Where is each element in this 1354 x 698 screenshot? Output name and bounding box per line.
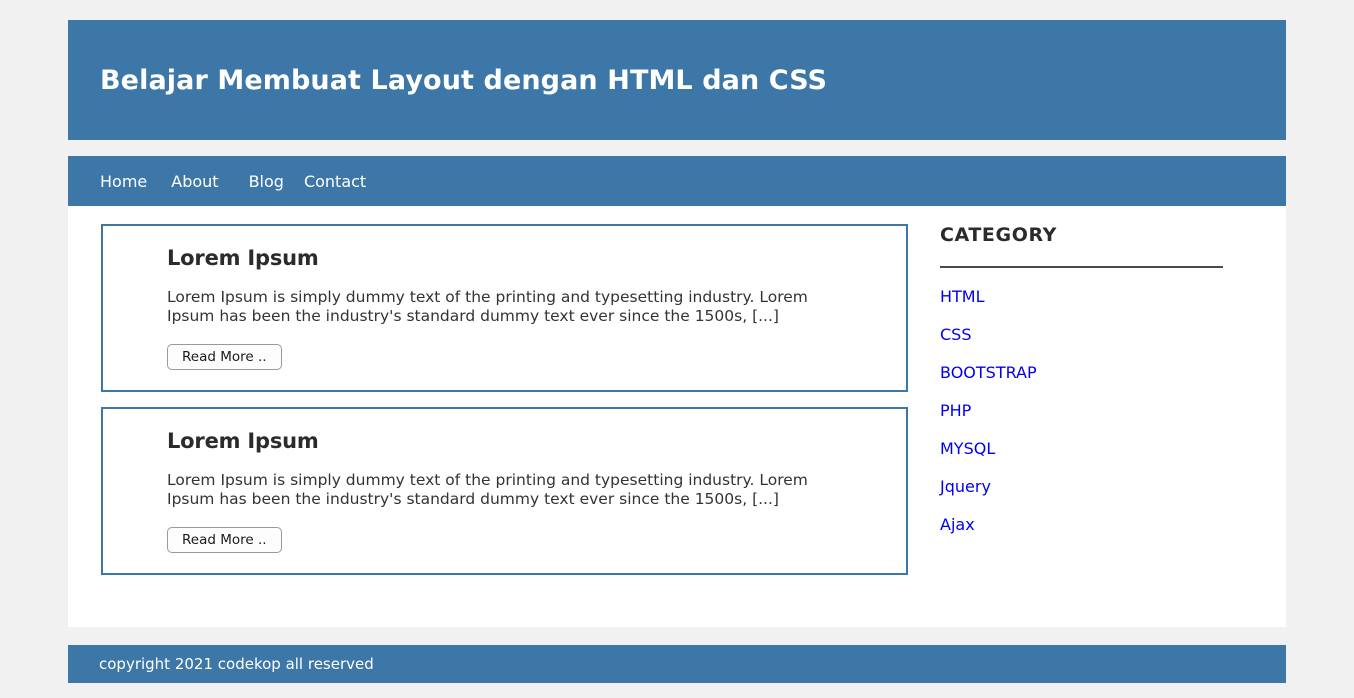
article-card: Lorem Ipsum Lorem Ipsum is simply dummy …: [101, 224, 908, 392]
site-header: Belajar Membuat Layout dengan HTML dan C…: [68, 20, 1286, 140]
read-more-button[interactable]: Read More ..: [167, 527, 282, 553]
nav-item-blog-wrapper: Blog: [249, 172, 304, 191]
nav-item-about[interactable]: About: [171, 173, 248, 190]
article-card-inner: Lorem Ipsum Lorem Ipsum is simply dummy …: [103, 246, 906, 370]
category-link-css[interactable]: CSS: [940, 326, 971, 344]
category-link-jquery[interactable]: Jquery: [940, 478, 991, 496]
list-item: BOOTSTRAP: [940, 344, 1254, 382]
nav-item-contact-wrapper: Contact: [304, 172, 390, 191]
category-list: HTML CSS BOOTSTRAP PHP MYSQL Jquery Ajax: [940, 268, 1254, 534]
category-link-php[interactable]: PHP: [940, 402, 971, 420]
nav-item-blog[interactable]: Blog: [249, 173, 304, 190]
category-link-mysql[interactable]: MYSQL: [940, 440, 995, 458]
nav-item-about-wrapper: About: [171, 172, 248, 191]
list-item: MYSQL: [940, 420, 1254, 458]
nav-item-contact[interactable]: Contact: [304, 173, 390, 190]
sidebar: CATEGORY HTML CSS BOOTSTRAP PHP MYSQL Jq…: [908, 206, 1254, 534]
article-title: Lorem Ipsum: [167, 429, 319, 453]
category-link-html[interactable]: HTML: [940, 288, 985, 306]
read-more-button[interactable]: Read More ..: [167, 344, 282, 370]
list-item: Ajax: [940, 496, 1254, 534]
nav-item-home[interactable]: Home: [100, 173, 171, 190]
nav-item-home-wrapper: Home: [100, 172, 171, 191]
list-item: HTML: [940, 268, 1254, 306]
site-footer: copyright 2021 codekop all reserved: [68, 645, 1286, 683]
site-container: Belajar Membuat Layout dengan HTML dan C…: [68, 20, 1286, 683]
article-list: Lorem Ipsum Lorem Ipsum is simply dummy …: [68, 206, 908, 590]
page-title: Belajar Membuat Layout dengan HTML dan C…: [100, 64, 828, 96]
sidebar-title: CATEGORY: [940, 224, 1058, 246]
nav-list: Home About Blog Contact: [68, 156, 1286, 206]
copyright-text: copyright 2021 codekop all reserved: [99, 655, 374, 673]
main-navigation: Home About Blog Contact: [68, 156, 1286, 206]
article-title: Lorem Ipsum: [167, 246, 319, 270]
category-link-bootstrap[interactable]: BOOTSTRAP: [940, 364, 1037, 382]
article-card: Lorem Ipsum Lorem Ipsum is simply dummy …: [101, 407, 908, 575]
list-item: PHP: [940, 382, 1254, 420]
article-card-inner: Lorem Ipsum Lorem Ipsum is simply dummy …: [103, 429, 906, 553]
article-body: Lorem Ipsum is simply dummy text of the …: [167, 288, 808, 325]
page-root: Belajar Membuat Layout dengan HTML dan C…: [0, 0, 1354, 698]
list-item: Jquery: [940, 458, 1254, 496]
article-body: Lorem Ipsum is simply dummy text of the …: [167, 471, 808, 508]
category-link-ajax[interactable]: Ajax: [940, 516, 975, 534]
content-area: Lorem Ipsum Lorem Ipsum is simply dummy …: [68, 206, 1286, 627]
list-item: CSS: [940, 306, 1254, 344]
